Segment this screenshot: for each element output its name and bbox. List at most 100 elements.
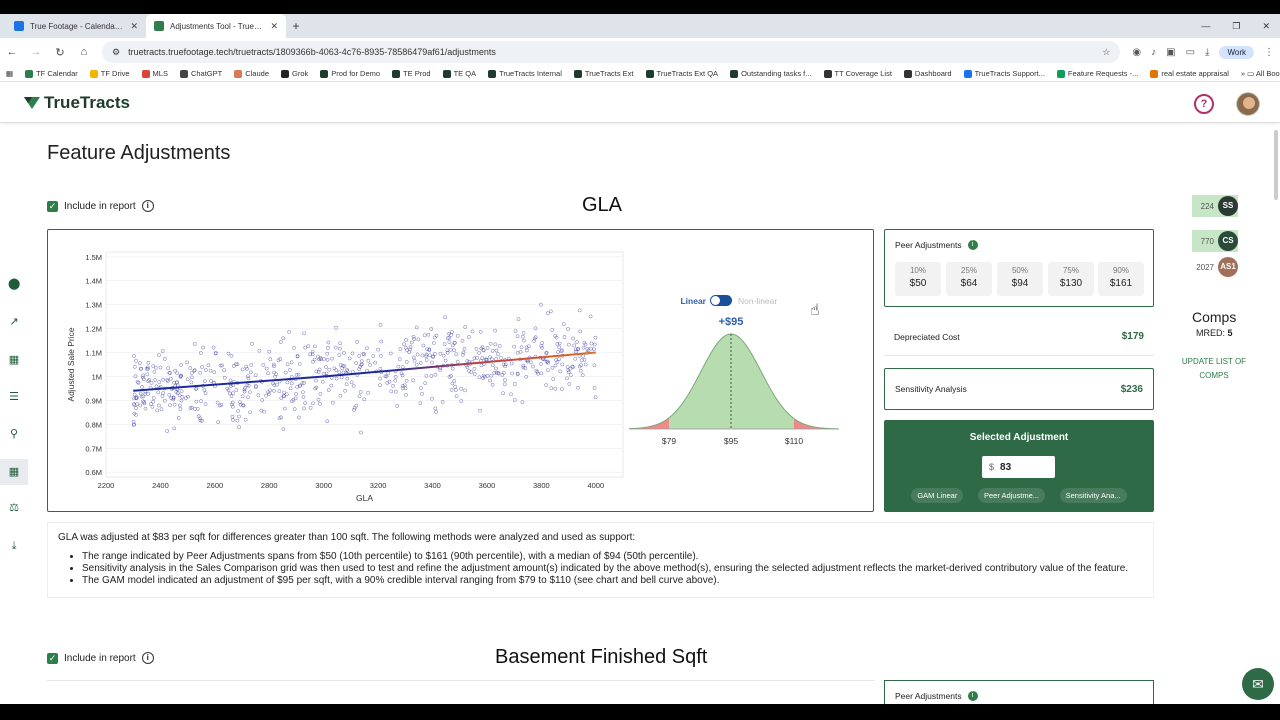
cast-icon[interactable]: ▭ [1186, 47, 1195, 58]
bookmark-item[interactable]: Grok [281, 69, 308, 78]
bookmark-item[interactable]: TF Calendar [25, 69, 78, 78]
brand-logo[interactable]: TrueTracts [24, 93, 130, 113]
bookmark-item[interactable]: TrueTracts Internal [488, 69, 562, 78]
grid-icon[interactable]: ▦ [8, 354, 20, 366]
reload-icon[interactable]: ↻ [54, 46, 66, 59]
info-icon[interactable]: i [967, 240, 978, 250]
comp-item-cs[interactable]: 770 CS [1192, 230, 1238, 252]
info-icon[interactable]: i [141, 200, 154, 212]
scale-icon[interactable]: ⚖ [8, 502, 20, 514]
percentile-50[interactable]: 50% $94 [997, 262, 1043, 296]
bookmark-item[interactable]: Outstanding tasks f... [730, 69, 812, 78]
back-icon[interactable]: ← [6, 46, 18, 58]
depreciated-cost-card[interactable]: Depreciated Cost $179 [884, 318, 1154, 356]
sensitivity-analysis-card[interactable]: Sensitivity Analysis $236 [884, 368, 1154, 410]
bookmark-favicon-icon [730, 69, 739, 78]
bookmark-favicon-icon [1150, 69, 1159, 78]
forward-icon[interactable]: → [30, 46, 42, 58]
include-in-report-basement[interactable]: ✓ Include in report i [47, 652, 154, 664]
selected-adjustment-input[interactable]: $ 83 [982, 456, 1055, 478]
bookmark-item[interactable]: TT Coverage List [823, 69, 892, 78]
bookmark-item[interactable]: TrueTracts Support... [963, 69, 1045, 78]
bookmark-item[interactable]: Dashboard [903, 69, 952, 78]
percentile-25[interactable]: 25% $64 [946, 262, 992, 296]
download-icon[interactable]: ⤓ [8, 540, 20, 552]
map-pin-icon[interactable]: ⬤ [8, 278, 20, 290]
tab-title: Adjustments Tool - TrueTracts [170, 21, 264, 31]
url-field[interactable]: ⚙ truetracts.truefootage.tech/truetracts… [102, 41, 1121, 63]
comp-item-as1[interactable]: 2027 AS1 [1192, 256, 1238, 278]
percentile-10[interactable]: 10% $50 [895, 262, 941, 296]
bookmark-item[interactable]: TE Prod [392, 69, 431, 78]
toggle-knob[interactable] [711, 296, 720, 305]
comp-item-ss[interactable]: 224 SS [1192, 195, 1238, 217]
profile-chip[interactable]: Work [1219, 45, 1254, 59]
bookmark-item[interactable]: MLS [141, 69, 168, 78]
chat-support-icon[interactable]: ✉ [1242, 668, 1274, 700]
close-icon[interactable]: ✕ [270, 21, 278, 32]
toggle-linear-label[interactable]: Linear [680, 296, 706, 306]
help-icon[interactable]: ? [1194, 94, 1214, 114]
bell-center-value: +$95 [719, 316, 744, 328]
home-icon[interactable]: ⌂ [78, 46, 90, 58]
tab-title: True Footage - Calendar - Week [30, 21, 124, 31]
download-icon[interactable]: ⤓ [1205, 47, 1209, 58]
close-icon[interactable]: ✕ [130, 21, 138, 32]
close-window-icon[interactable]: ✕ [1262, 14, 1270, 38]
bookmark-item[interactable]: TF Drive [89, 69, 130, 78]
browser-tab-adjustments[interactable]: Adjustments Tool - TrueTracts ✕ [146, 14, 286, 38]
bookmark-label: Dashboard [914, 69, 952, 78]
info-icon[interactable]: i [967, 691, 978, 701]
linear-toggle[interactable]: Linear Non-linear [680, 295, 777, 306]
bookmark-item[interactable]: Feature Requests -... [1056, 69, 1139, 78]
include-label: Include in report [64, 200, 136, 212]
selected-adjustment-value[interactable]: 83 [1000, 462, 1011, 473]
microscope-icon[interactable]: ⚲ [8, 428, 20, 440]
bookmark-item[interactable]: Claude [234, 69, 269, 78]
apps-grid-icon[interactable]: ▦ [6, 69, 13, 78]
percentile-value: $94 [1011, 278, 1029, 289]
mred-count: MRED: 5 [1196, 328, 1233, 338]
site-info-icon[interactable]: ⚙ [112, 47, 120, 58]
toggle-nonlinear-label[interactable]: Non-linear [738, 296, 777, 306]
adjustments-table-icon[interactable]: ▦ [0, 459, 28, 485]
x-tick-label: 3600 [479, 481, 496, 490]
bookmark-item[interactable]: TE QA [442, 69, 476, 78]
bookmark-label: Feature Requests -... [1067, 69, 1139, 78]
info-icon[interactable]: i [141, 652, 154, 664]
puzzle-icon[interactable]: ▣ [1166, 47, 1175, 58]
checkbox-checked-icon[interactable]: ✓ [47, 200, 58, 212]
narrative-list: The range indicated by Peer Adjustments … [82, 551, 1143, 587]
avatar-face [1243, 97, 1255, 109]
avatar[interactable] [1236, 92, 1260, 116]
bookmark-item[interactable]: TrueTracts Ext [573, 69, 634, 78]
browser-tab-calendar[interactable]: True Footage - Calendar - Week ✕ [6, 14, 146, 38]
maximize-icon[interactable]: ❐ [1232, 14, 1240, 38]
all-bookmarks[interactable]: » ▭ All Bookmarks [1241, 69, 1280, 78]
bookmark-label: Claude [245, 69, 269, 78]
bookmark-item[interactable]: ChatGPT [179, 69, 222, 78]
page-scrollbar[interactable] [1274, 130, 1278, 200]
include-in-report-gla[interactable]: ✓ Include in report i [47, 200, 154, 212]
trend-chart-icon[interactable]: ↗ [8, 316, 20, 328]
new-tab-button[interactable]: + [286, 14, 306, 38]
percentile-90[interactable]: 90% $161 [1098, 262, 1144, 296]
y-tick-label: 1.4M [85, 277, 102, 286]
chip-sensitivity-analysis[interactable]: Sensitivity Ana... [1059, 488, 1127, 503]
percentile-75[interactable]: 75% $130 [1048, 262, 1094, 296]
bookmark-item[interactable]: real estate appraisal [1150, 69, 1229, 78]
microphone-icon[interactable]: ♪ [1151, 47, 1156, 58]
bookmark-star-icon[interactable]: ☆ [1102, 47, 1110, 58]
bell-curve: +$95 $79 $95 $110 [628, 316, 840, 446]
menu-icon[interactable]: ⋮ [1264, 47, 1274, 58]
chip-peer-adjustments[interactable]: Peer Adjustme... [977, 488, 1045, 503]
update-list-of-comps-link[interactable]: UPDATE LIST OF COMPS [1178, 355, 1250, 383]
minimize-icon[interactable]: — [1201, 14, 1210, 38]
list-icon[interactable]: ☰ [8, 391, 20, 403]
bookmark-item[interactable]: TrueTracts Ext QA [645, 69, 718, 78]
checkbox-checked-icon[interactable]: ✓ [47, 652, 58, 664]
extension-icon[interactable]: ◉ [1132, 47, 1141, 58]
comp-count: 770 [1200, 236, 1214, 246]
bookmark-item[interactable]: Prod for Demo [320, 69, 380, 78]
chip-gam-linear[interactable]: GAM Linear [911, 488, 964, 503]
